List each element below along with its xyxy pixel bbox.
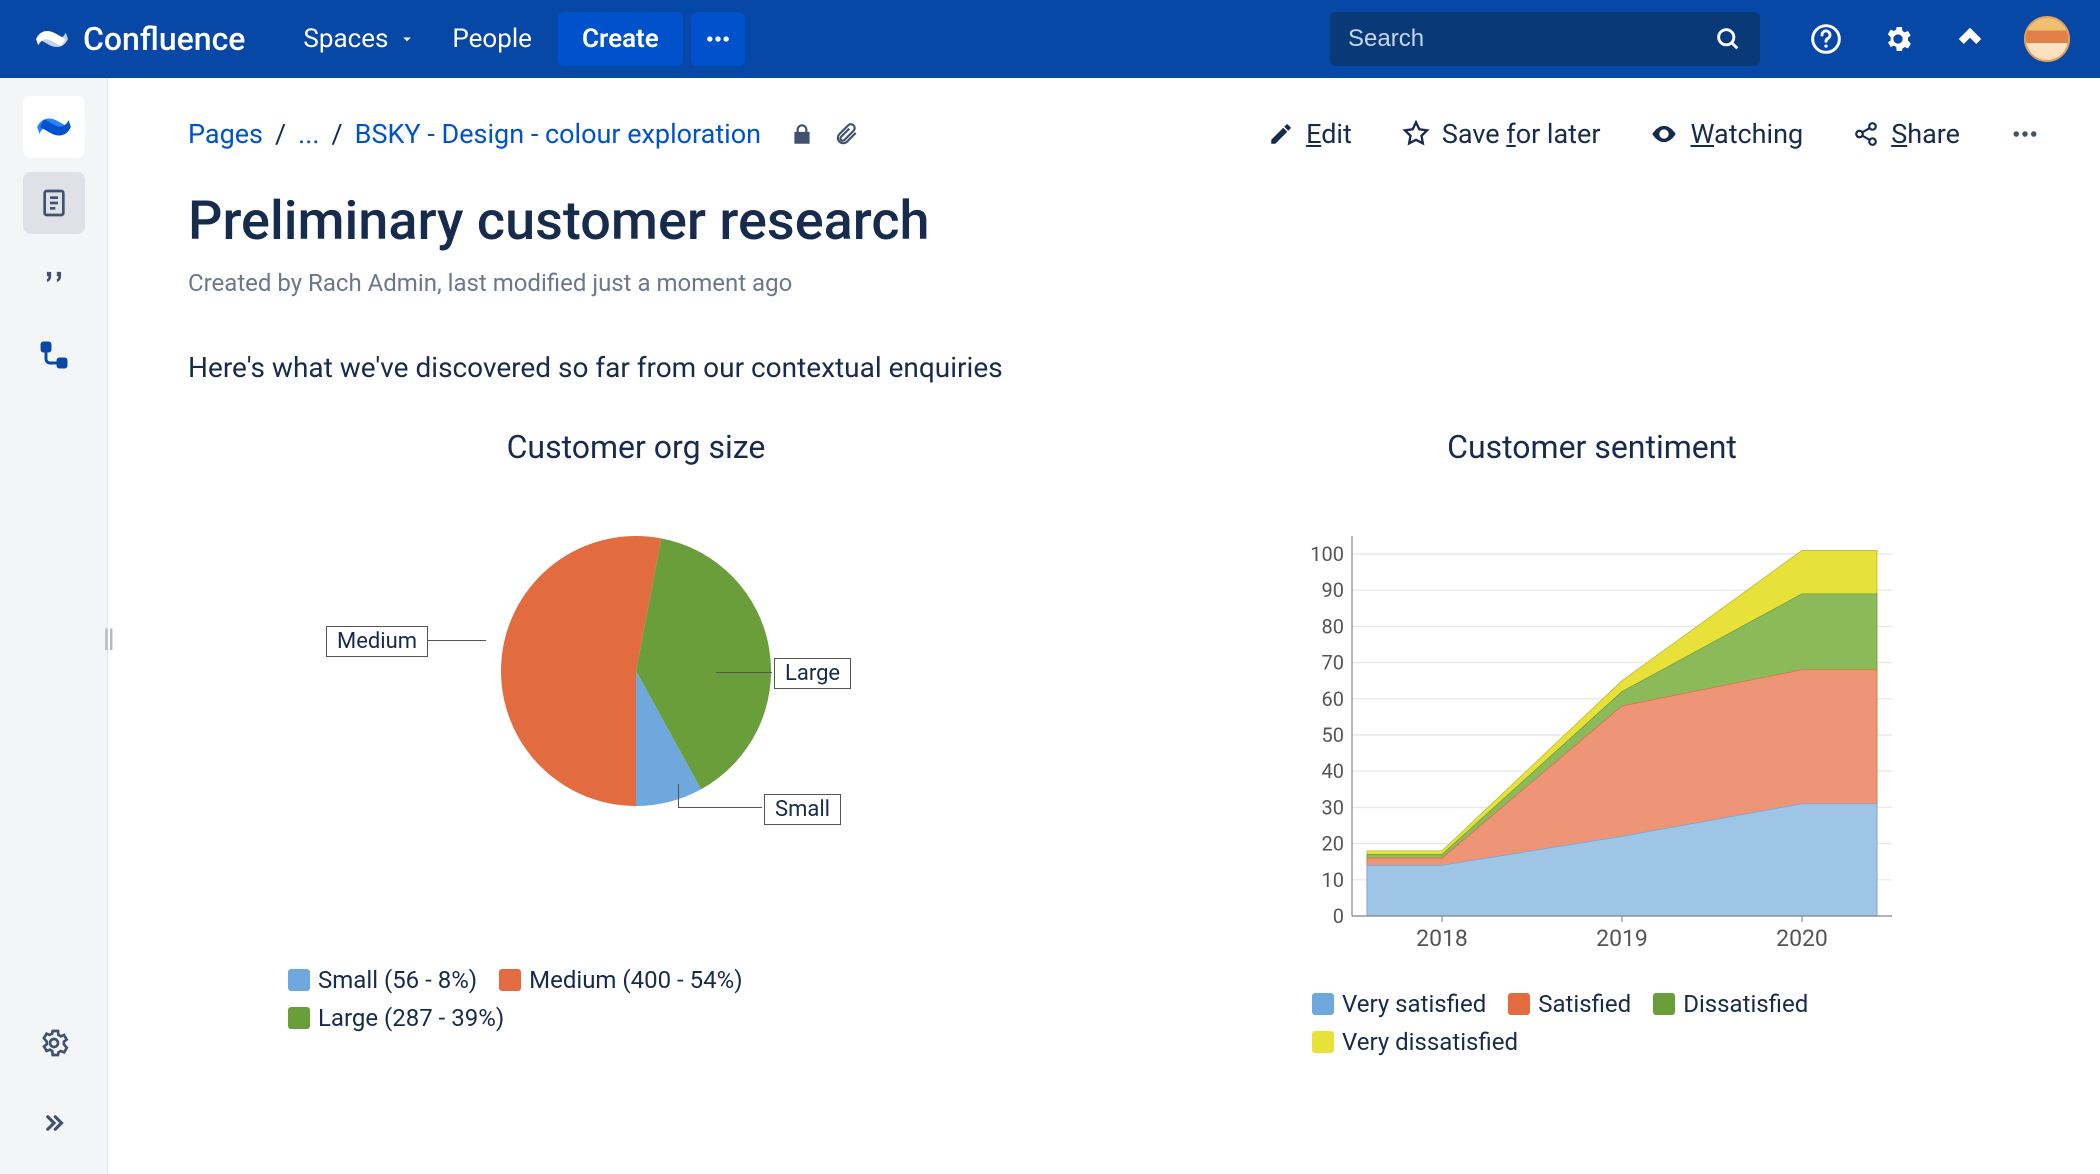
nav-spaces-label: Spaces — [303, 24, 388, 54]
svg-text:20: 20 — [1322, 832, 1344, 856]
svg-text:2020: 2020 — [1776, 925, 1828, 952]
save-for-later-button[interactable]: Save for later — [1402, 118, 1601, 150]
help-button[interactable] — [1802, 15, 1850, 63]
page-title: Preliminary customer research — [188, 190, 2040, 253]
legend-item: Very satisfied — [1312, 990, 1486, 1018]
svg-text:80: 80 — [1322, 614, 1344, 638]
share-label: Share — [1891, 118, 1960, 150]
nav-people[interactable]: People — [434, 14, 550, 64]
create-more-button[interactable] — [691, 12, 745, 66]
dots-icon — [2010, 119, 2040, 149]
save-label: Save for later — [1442, 118, 1601, 150]
quote-icon — [37, 262, 71, 296]
gear-icon — [1882, 23, 1914, 55]
pie-legend: Small (56 - 8%) Medium (400 - 54%) Large… — [188, 966, 1084, 1032]
area-chart: 0 10 20 30 40 50 60 70 80 90 100 — [1272, 506, 1912, 966]
svg-text:2019: 2019 — [1596, 925, 1648, 952]
customer-sentiment-chart: Customer sentiment 0 10 20 30 40 — [1144, 428, 2040, 1056]
svg-text:50: 50 — [1322, 723, 1344, 747]
eye-icon — [1650, 120, 1678, 148]
confluence-logo-icon — [35, 22, 69, 56]
legend-item: Satisfied — [1508, 990, 1631, 1018]
page-byline: Created by Rach Admin, last modified jus… — [188, 269, 2040, 297]
rail-pages[interactable] — [23, 172, 85, 234]
pencil-icon — [1268, 121, 1294, 147]
svg-text:40: 40 — [1322, 759, 1344, 783]
breadcrumb-sep: / — [275, 118, 286, 150]
customer-org-chart: Customer org size Medium Large — [188, 428, 1084, 1056]
legend-item: Small (56 - 8%) — [288, 966, 477, 994]
top-nav: Confluence Spaces People Create — [0, 0, 2100, 78]
watch-label: Watching — [1690, 118, 1803, 150]
help-icon — [1810, 23, 1842, 55]
legend-item: Large (287 - 39%) — [288, 1004, 1084, 1032]
legend-item: Very dissatisfied — [1312, 1028, 1912, 1056]
share-button[interactable]: Share — [1853, 118, 1960, 150]
avatar[interactable] — [2024, 16, 2070, 62]
svg-text:70: 70 — [1322, 651, 1344, 675]
rail-blog[interactable] — [23, 248, 85, 310]
svg-text:0: 0 — [1333, 904, 1344, 928]
search-input[interactable] — [1348, 25, 1702, 53]
brand-name: Confluence — [83, 20, 245, 58]
svg-text:60: 60 — [1322, 687, 1344, 711]
restrictions-button[interactable] — [787, 119, 817, 149]
notification-icon — [1955, 24, 1985, 54]
breadcrumb-root[interactable]: Pages — [188, 118, 263, 150]
confluence-mark-icon — [36, 109, 72, 145]
search-icon — [1714, 25, 1742, 53]
pie-chart — [501, 536, 771, 806]
page-actions: Edit Save for later Watching Share — [1268, 118, 2040, 150]
svg-text:100: 100 — [1310, 542, 1344, 566]
callout-small: Small — [764, 794, 841, 825]
svg-text:30: 30 — [1322, 795, 1344, 819]
breadcrumb-ellipsis[interactable]: ... — [298, 118, 319, 150]
chart-title: Customer sentiment — [1144, 428, 2040, 466]
share-icon — [1853, 121, 1879, 147]
search-box[interactable] — [1330, 12, 1760, 66]
edit-button[interactable]: Edit — [1268, 118, 1352, 150]
attachments-button[interactable] — [831, 119, 861, 149]
nav-people-label: People — [452, 24, 532, 54]
dots-icon — [704, 25, 732, 53]
create-button-label: Create — [582, 24, 659, 54]
rail-expand[interactable] — [23, 1092, 85, 1154]
tree-icon — [38, 339, 70, 371]
page-more-button[interactable] — [2010, 119, 2040, 149]
rail-space-settings[interactable] — [23, 1012, 85, 1074]
callout-large: Large — [774, 658, 851, 689]
notifications-button[interactable] — [1946, 15, 1994, 63]
left-rail: ‖ — [0, 78, 108, 1174]
rail-app-icon[interactable] — [23, 96, 85, 158]
chevrons-right-icon — [39, 1108, 69, 1138]
brand[interactable]: Confluence — [35, 20, 245, 58]
area-legend: Very satisfied Satisfied Dissatisfied Ve… — [1272, 990, 1912, 1056]
legend-item: Dissatisfied — [1653, 990, 1808, 1018]
svg-text:2018: 2018 — [1416, 925, 1468, 952]
page-intro: Here's what we've discovered so far from… — [188, 351, 2040, 384]
gear-icon — [38, 1027, 70, 1059]
rail-drag-handle[interactable]: ‖ — [103, 623, 111, 658]
breadcrumb: Pages / ... / BSKY - Design - colour exp… — [188, 114, 2040, 154]
edit-label: Edit — [1306, 118, 1352, 150]
main-content: Pages / ... / BSKY - Design - colour exp… — [108, 78, 2100, 1174]
lock-icon — [789, 121, 815, 147]
chevron-down-icon — [398, 30, 416, 48]
watch-button[interactable]: Watching — [1650, 118, 1803, 150]
svg-text:90: 90 — [1322, 578, 1344, 602]
star-icon — [1402, 120, 1430, 148]
settings-button[interactable] — [1874, 15, 1922, 63]
svg-text:10: 10 — [1322, 868, 1344, 892]
legend-item: Medium (400 - 54%) — [499, 966, 742, 994]
callout-medium: Medium — [326, 626, 428, 657]
chart-title: Customer org size — [188, 428, 1084, 466]
paperclip-icon — [833, 121, 859, 147]
rail-tree[interactable] — [23, 324, 85, 386]
breadcrumb-current[interactable]: BSKY - Design - colour exploration — [355, 118, 761, 150]
nav-spaces[interactable]: Spaces — [285, 14, 434, 64]
breadcrumb-sep: / — [332, 118, 343, 150]
create-button[interactable]: Create — [558, 12, 683, 66]
page-icon — [38, 187, 70, 219]
